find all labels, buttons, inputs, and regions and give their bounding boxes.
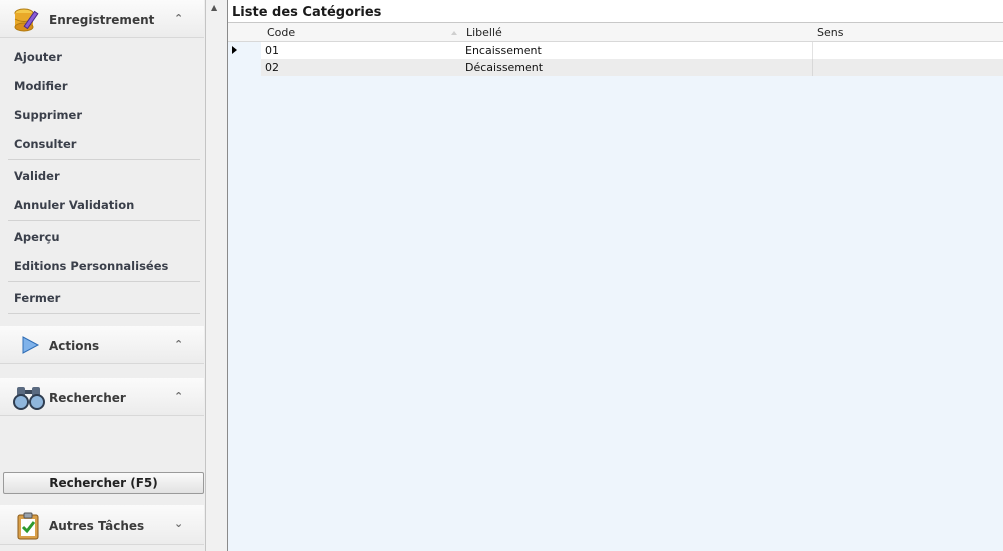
divider: [8, 281, 200, 282]
editions-personnalisees-link[interactable]: Editions Personnalisées: [14, 259, 168, 273]
column-header-libelle[interactable]: Libellé: [466, 26, 502, 39]
rechercher-title: Rechercher: [49, 391, 126, 405]
sidebar: Enregistrement ⌃ Ajouter Modifier Suppri…: [0, 0, 206, 551]
actions-panel-header[interactable]: Actions ⌃: [0, 326, 204, 364]
enregistrement-panel-header[interactable]: Enregistrement ⌃: [0, 0, 204, 38]
modifier-link[interactable]: Modifier: [14, 79, 68, 93]
actions-title: Actions: [49, 339, 100, 353]
column-header-sens[interactable]: Sens: [817, 26, 843, 39]
chevron-up-icon[interactable]: ⌃: [174, 338, 183, 351]
table-row[interactable]: 01 Encaissement: [228, 42, 1003, 59]
cell-libelle: Décaissement: [465, 61, 544, 74]
column-header-code[interactable]: Code: [267, 26, 295, 39]
categories-list-panel: Liste des Catégories Code Libellé Sens 0…: [228, 0, 1003, 551]
clipboard-check-icon: [16, 511, 42, 545]
ajouter-link[interactable]: Ajouter: [14, 50, 62, 64]
table-row[interactable]: 02 Décaissement: [228, 59, 1003, 76]
divider: [8, 313, 200, 314]
apercu-link[interactable]: Aperçu: [14, 230, 60, 244]
binoculars-icon: [12, 385, 46, 415]
page-title-bar: Liste des Catégories: [228, 0, 1003, 23]
scroll-up-icon[interactable]: ▲: [211, 4, 217, 12]
current-row-icon: [232, 46, 237, 54]
chevron-down-icon[interactable]: ⌄: [174, 517, 183, 530]
supprimer-link[interactable]: Supprimer: [14, 108, 82, 122]
cell-libelle: Encaissement: [465, 44, 542, 57]
consulter-link[interactable]: Consulter: [14, 137, 76, 151]
cell-code: 01: [265, 44, 279, 57]
annuler-validation-link[interactable]: Annuler Validation: [14, 198, 134, 212]
sort-arrow-icon: [451, 31, 457, 35]
autres-taches-title: Autres Tâches: [49, 519, 145, 533]
chevron-up-icon[interactable]: ⌃: [174, 390, 183, 403]
page-title: Liste des Catégories: [232, 5, 382, 20]
autres-taches-panel-header[interactable]: Autres Tâches ⌄: [0, 505, 204, 545]
divider: [8, 220, 200, 221]
fermer-link[interactable]: Fermer: [14, 291, 60, 305]
vertical-scrollbar[interactable]: ▲: [206, 0, 227, 551]
divider: [8, 159, 200, 160]
rechercher-f5-button[interactable]: Rechercher (F5): [3, 472, 204, 494]
chevron-up-icon[interactable]: ⌃: [174, 12, 183, 25]
grid-header: Code Libellé Sens: [228, 23, 1003, 42]
rechercher-panel-header[interactable]: Rechercher ⌃: [0, 378, 204, 416]
database-pencil-icon: [12, 5, 40, 39]
enregistrement-title: Enregistrement: [49, 13, 155, 27]
play-icon: [20, 335, 40, 359]
cell-code: 02: [265, 61, 279, 74]
valider-link[interactable]: Valider: [14, 169, 60, 183]
